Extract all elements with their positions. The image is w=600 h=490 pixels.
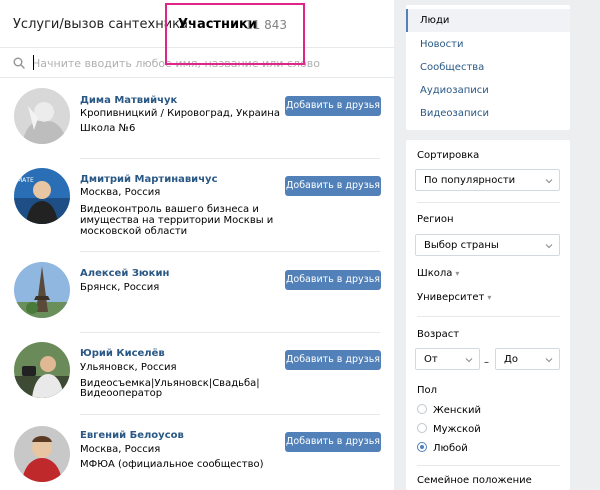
school-filter[interactable]: Школа ▾ [417,268,459,279]
person-name[interactable]: Юрий Киселёв [80,348,165,359]
radio-label: Любой [433,443,468,454]
nav-item-audio[interactable]: Аудиозаписи [406,79,570,102]
radio-icon [417,404,427,414]
person-name[interactable]: Дима Матвийчук [80,95,177,106]
avatar[interactable] [14,426,70,482]
add-friend-button[interactable]: Добавить в друзья [285,432,381,452]
chevron-down-icon [545,179,553,184]
divider [80,158,380,159]
radio-icon [417,423,427,433]
filters-panel: Сортировка По популярности Регион Выбор … [406,140,570,490]
add-friend-button[interactable]: Добавить в друзья [285,176,381,196]
person-info: Видеооператор [80,388,163,399]
search-icon [13,57,25,69]
person-info: Школа №6 [80,123,136,134]
university-label: Университет [417,292,485,303]
school-label: Школа [417,268,453,279]
chevron-down-icon [465,358,473,363]
region-select[interactable]: Выбор страны [415,234,560,256]
gender-radio-male[interactable]: Мужской [417,423,481,435]
sort-label: Сортировка [417,150,480,161]
add-friend-button[interactable]: Добавить в друзья [285,270,381,290]
age-to-value: До [504,354,518,365]
divider [80,251,380,252]
chevron-down-icon [545,358,553,363]
members-panel: Услуги/вызов сантехника.. › Участники 11… [0,0,394,490]
age-range-dash: – [484,357,489,368]
region-label: Регион [417,214,454,225]
divider [417,316,560,317]
person-location: Москва, Россия [80,444,161,455]
nav-item-people[interactable]: Люди [406,9,570,32]
person-location: Ульяновск, Россия [80,362,177,373]
caret-down-icon: ▾ [487,293,492,302]
gender-radio-female[interactable]: Женский [417,404,481,416]
add-friend-button[interactable]: Добавить в друзья [285,350,381,370]
gender-radio-any[interactable]: Любой [417,442,468,454]
highlight-frame [165,3,305,65]
nav-item-news[interactable]: Новости [406,33,570,56]
person-location: Москва, Россия [80,187,161,198]
chevron-down-icon [545,244,553,249]
add-friend-button[interactable]: Добавить в друзья [285,96,381,116]
sort-select[interactable]: По популярности [415,169,560,191]
person-name[interactable]: Евгений Белоусов [80,430,184,441]
radio-label: Мужской [433,424,481,435]
radio-selected-icon [417,442,427,452]
nav-item-video[interactable]: Видеозаписи [406,102,570,125]
person-name[interactable]: Дмитрий Мартинавичус [80,174,218,185]
divider [80,414,380,415]
divider [417,465,560,466]
person-name[interactable]: Алексей Зюкин [80,268,169,279]
radio-label: Женский [433,405,481,416]
svg-text:МАТЕ: МАТЕ [17,177,34,184]
divider [417,202,560,203]
university-filter[interactable]: Университет ▾ [417,292,491,303]
age-from-value: От [424,354,438,365]
gender-label: Пол [417,385,438,396]
nav-item-communities[interactable]: Сообщества [406,56,570,79]
person-location: Кропивницкий / Кировоград, Украина [80,108,280,119]
family-status-label: Семейное положение [417,475,532,486]
avatar[interactable] [14,88,70,144]
avatar[interactable] [14,342,70,398]
person-info: МФЮА (официальное сообщество) [80,459,264,470]
age-to-select[interactable]: До [495,348,560,370]
age-label: Возраст [417,329,460,340]
person-info: московской области [80,226,188,237]
avatar[interactable]: МАТЕ [14,168,70,224]
person-location: Брянск, Россия [80,282,160,293]
avatar[interactable] [14,262,70,318]
divider [80,332,380,333]
text-caret [33,55,34,70]
caret-down-icon: ▾ [455,269,460,278]
search-section-nav: Люди Новости Сообщества Аудиозаписи Виде… [406,5,570,130]
sort-value: По популярности [424,175,516,186]
region-value: Выбор страны [424,240,499,251]
age-from-select[interactable]: От [415,348,480,370]
